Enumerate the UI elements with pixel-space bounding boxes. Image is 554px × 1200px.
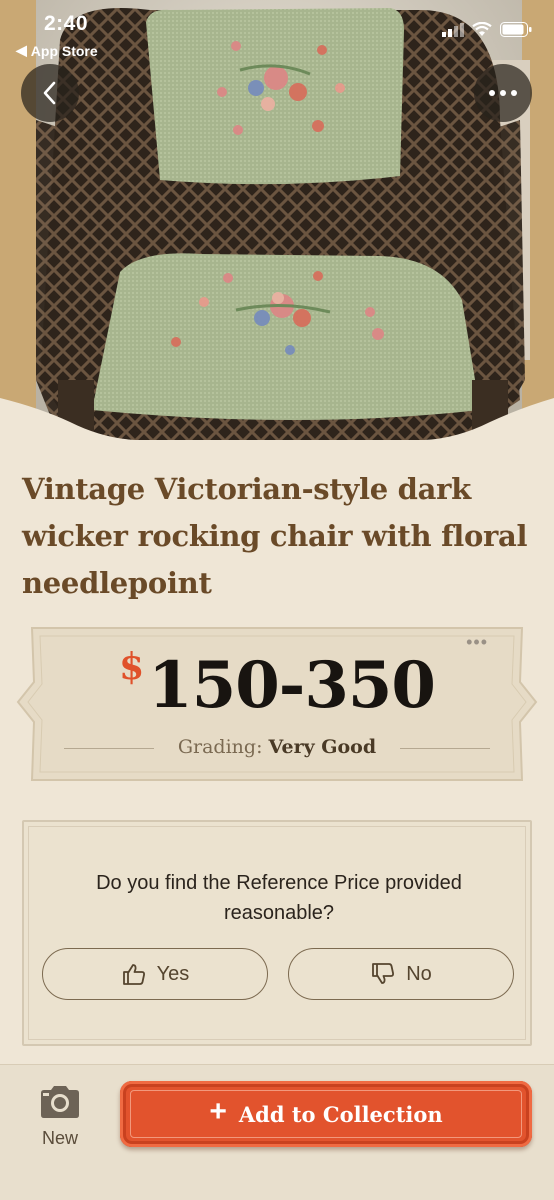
- back-button[interactable]: [21, 64, 79, 122]
- back-to-app-store[interactable]: ◀ App Store: [16, 42, 98, 59]
- thumbs-up-icon: [122, 964, 145, 985]
- price-currency-symbol: $: [119, 646, 145, 688]
- feedback-no-label: No: [406, 962, 432, 985]
- grading-value: Very Good: [268, 736, 377, 758]
- signal-icon: [442, 22, 464, 37]
- add-button-inner-frame: [130, 1090, 522, 1138]
- feedback-question: Do you find the Reference Price provided…: [96, 872, 462, 924]
- thumbs-down-icon: [372, 963, 395, 984]
- status-time: 2:40: [44, 12, 89, 35]
- bottom-action-bar: New + Add to Collection: [0, 1064, 554, 1200]
- chair-photo-image: [0, 0, 554, 440]
- price-value: 150-350: [148, 648, 436, 723]
- more-options-button[interactable]: [474, 64, 532, 122]
- camera-icon: [41, 1086, 79, 1118]
- item-photo: [0, 0, 554, 440]
- feedback-no-button[interactable]: No: [288, 948, 514, 1000]
- feedback-yes-label: Yes: [156, 962, 190, 985]
- status-bar: 2:40 ◀ App Store: [0, 0, 554, 62]
- item-title: Vintage Victorian-style dark wicker rock…: [22, 472, 528, 600]
- price-range: $150-350: [14, 646, 540, 723]
- grading-label: Grading:: [177, 736, 263, 758]
- status-icons: [442, 22, 532, 37]
- price-card: ••• $150-350 Grading: Very Good: [14, 624, 540, 784]
- feedback-inner-border: [28, 826, 526, 1040]
- chevron-left-icon: [43, 81, 56, 105]
- new-label: New: [41, 1128, 78, 1148]
- back-app-label: App Store: [30, 42, 98, 59]
- add-to-collection-button[interactable]: + Add to Collection: [120, 1081, 532, 1147]
- feedback-yes-button[interactable]: Yes: [42, 948, 268, 1000]
- more-horizontal-icon: [489, 90, 517, 96]
- new-scan-button[interactable]: New: [32, 1085, 88, 1149]
- price-feedback-card: Do you find the Reference Price provided…: [22, 820, 532, 1046]
- back-triangle-icon: ◀: [16, 42, 27, 58]
- grading: Grading: Very Good: [14, 736, 540, 758]
- battery-icon: [500, 22, 532, 37]
- paper-edge-decoration: [0, 398, 554, 440]
- wifi-icon: [472, 22, 492, 36]
